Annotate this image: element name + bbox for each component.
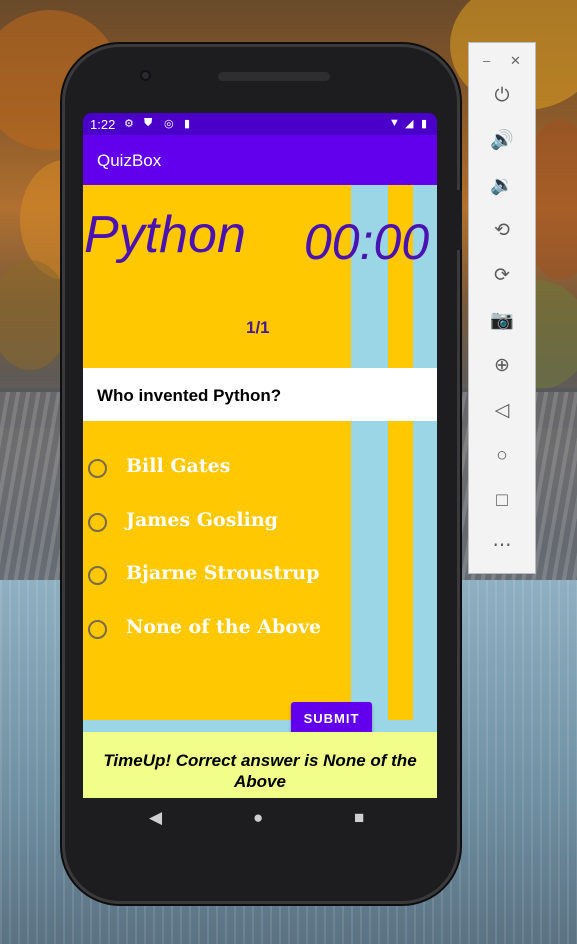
radio-button[interactable]	[88, 566, 107, 585]
signal-icon: ◢	[405, 118, 414, 130]
volume-up-icon[interactable]: 🔊	[487, 126, 517, 156]
status-bar: 1:22 ⚙ ⛊ ◎ ▮ ▼ ◢ ▮	[83, 113, 437, 135]
option-label: None of the Above	[126, 616, 322, 638]
question-counter: 1/1	[246, 318, 270, 337]
option-label: Bill Gates	[126, 455, 231, 477]
close-icon[interactable]: ✕	[510, 53, 521, 69]
camera-icon[interactable]: 📷	[487, 306, 517, 336]
radio-button[interactable]	[88, 620, 107, 639]
zoom-icon[interactable]: ⊕	[487, 351, 517, 381]
question-box: Who invented Python?	[83, 368, 437, 421]
side-button	[456, 190, 462, 250]
more-icon[interactable]: ⋯	[487, 531, 517, 561]
emulator-toolbar: – ✕ ⏻ 🔊 🔉 ⟲ ⟳ 📷 ⊕ ◁ ○ □ ⋯	[468, 42, 536, 574]
quiz-subject: Python	[84, 206, 246, 264]
overview-icon[interactable]: ■	[354, 808, 364, 828]
quiz-content: Python 00:00 1/1 Who invented Python? Bi…	[83, 185, 437, 735]
rotate-right-icon[interactable]: ⟳	[487, 261, 517, 291]
option-james-gosling[interactable]: James Gosling	[88, 508, 348, 538]
home-icon[interactable]: ●	[253, 808, 263, 828]
result-message: TimeUp! Correct answer is None of the Ab…	[83, 732, 437, 798]
front-camera	[140, 70, 151, 81]
minimize-icon[interactable]: –	[483, 53, 490, 68]
settings-icon: ⚙	[124, 118, 134, 130]
phone-screen: 1:22 ⚙ ⛊ ◎ ▮ ▼ ◢ ▮ QuizBox Python 00:00 …	[83, 113, 437, 798]
earpiece-speaker	[218, 72, 330, 81]
quiz-timer: 00:00	[304, 214, 430, 270]
radio-button[interactable]	[88, 513, 107, 532]
option-bjarne-stroustrup[interactable]: Bjarne Stroustrup	[88, 561, 348, 591]
option-label: James Gosling	[126, 509, 278, 531]
sync-icon: ◎	[164, 118, 174, 130]
rotate-left-icon[interactable]: ⟲	[487, 216, 517, 246]
status-time: 1:22	[90, 117, 116, 132]
power-icon[interactable]: ⏻	[487, 81, 517, 111]
option-none-of-the-above[interactable]: None of the Above	[88, 615, 348, 645]
battery-icon: ▮	[421, 118, 428, 130]
shield-icon: ⛊	[144, 117, 153, 129]
overview-icon[interactable]: □	[487, 486, 517, 516]
back-icon[interactable]: ◀	[149, 808, 162, 828]
result-text: TimeUp! Correct answer is None of the Ab…	[103, 751, 417, 791]
app-bar: QuizBox	[83, 135, 437, 185]
home-icon[interactable]: ○	[487, 441, 517, 471]
system-nav-bar: ◀ ● ■	[83, 798, 437, 840]
option-bill-gates[interactable]: Bill Gates	[88, 454, 348, 484]
app-title: QuizBox	[97, 151, 162, 170]
volume-down-icon[interactable]: 🔉	[487, 171, 517, 201]
submit-button[interactable]: SUBMIT	[291, 702, 372, 735]
question-text: Who invented Python?	[97, 386, 282, 405]
back-icon[interactable]: ◁	[487, 396, 517, 426]
option-label: Bjarne Stroustrup	[126, 562, 320, 584]
sd-card-icon: ▮	[184, 118, 191, 130]
wifi-icon: ▼	[389, 117, 400, 129]
radio-button[interactable]	[88, 459, 107, 478]
